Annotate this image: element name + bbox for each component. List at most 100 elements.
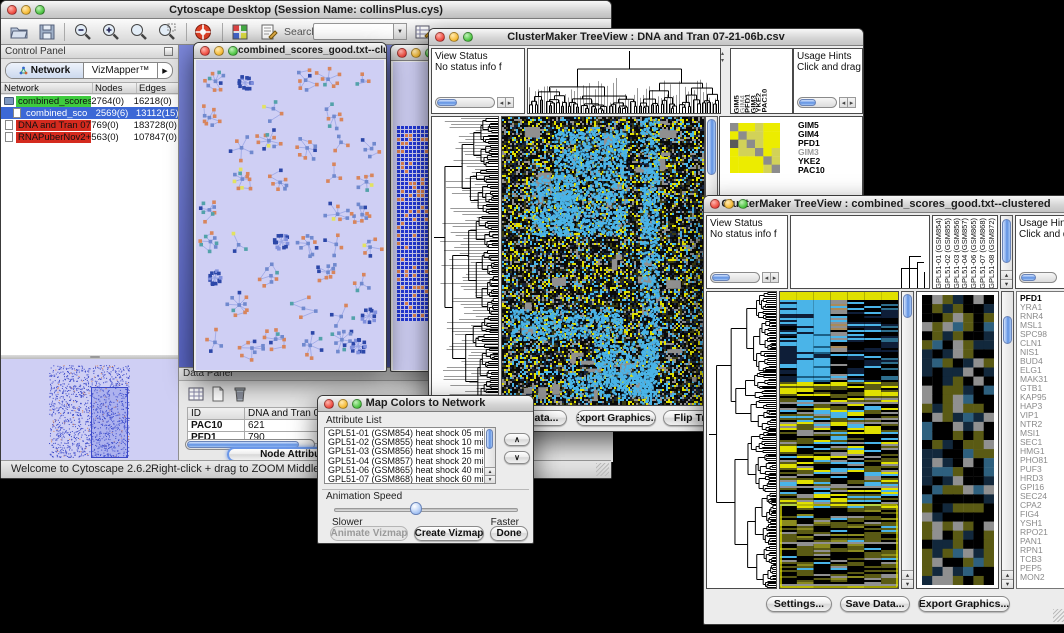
tv1-row-label[interactable]: GIM5 xyxy=(798,121,825,130)
close-icon[interactable] xyxy=(397,48,407,58)
tv2-column-label[interactable]: GPL51-04 (GSM857) xyxy=(961,218,970,289)
tab-vizmapper[interactable]: VizMapper™ xyxy=(84,63,157,78)
float-panel-icon[interactable] xyxy=(164,47,173,56)
close-icon[interactable] xyxy=(435,32,445,42)
search-dropdown-button[interactable]: ▼ xyxy=(394,23,407,40)
tv2-collabel-vscrollbar[interactable]: ▴▾ xyxy=(1000,215,1013,289)
speed-slider-track[interactable] xyxy=(334,508,518,512)
attribute-list-item[interactable]: GPL51-03 (GSM856) heat shock 15 min xyxy=(325,447,483,456)
tv2-row-dendrogram[interactable] xyxy=(706,291,777,589)
tv1-usage-hscrollbar[interactable] xyxy=(797,97,837,108)
gene-label[interactable]: GTB1 xyxy=(1020,384,1064,393)
tab-overflow-arrow[interactable]: ▶ xyxy=(157,63,172,78)
gene-label[interactable]: MSL1 xyxy=(1020,321,1064,330)
close-icon[interactable] xyxy=(710,199,720,209)
zoom-window-icon[interactable] xyxy=(352,399,362,409)
gene-label[interactable]: HRD3 xyxy=(1020,474,1064,483)
animate-vizmap-button[interactable]: Animate Vizmap xyxy=(330,526,408,541)
gene-label[interactable]: ELG1 xyxy=(1020,366,1064,375)
tv2-save-data-button[interactable]: Save Data... xyxy=(840,596,910,612)
network-row[interactable]: combined_sco2569(6)13112(15) xyxy=(1,107,178,119)
gene-label[interactable]: CLN1 xyxy=(1020,339,1064,348)
move-down-button[interactable]: ∨ xyxy=(504,451,530,464)
tv2-settings-button[interactable]: Settings... xyxy=(766,596,832,612)
tv1-row-label[interactable]: YKE2 xyxy=(798,157,825,166)
gene-label[interactable]: RPO21 xyxy=(1020,528,1064,537)
gene-label[interactable]: BUD4 xyxy=(1020,357,1064,366)
gene-label[interactable]: NIS1 xyxy=(1020,348,1064,357)
col-edges[interactable]: Edges xyxy=(137,83,178,93)
tv2-status-hscrollbar[interactable] xyxy=(710,272,760,283)
data-col-id[interactable]: ID xyxy=(187,407,245,420)
gene-label[interactable]: PHO81 xyxy=(1020,456,1064,465)
tv2-gene-labels[interactable]: PFD1YRA1RNR4MSL1SPC98CLN1NIS1BUD4ELG1MAK… xyxy=(1016,291,1064,589)
tv2-column-dendrogram[interactable] xyxy=(790,215,930,289)
zoom-fit-icon[interactable] xyxy=(129,22,149,42)
zoom-in-icon[interactable] xyxy=(101,22,121,42)
gene-label[interactable]: PAN1 xyxy=(1020,537,1064,546)
create-vizmap-button[interactable]: Create Vizmap xyxy=(414,526,484,541)
minimize-icon[interactable] xyxy=(214,46,224,56)
tv1-row-labels[interactable]: GIM5GIM4PFD1GIM3YKE2PAC10 xyxy=(798,121,825,175)
tv1-column-label[interactable]: PAC10 xyxy=(761,89,767,113)
tv2-column-label[interactable]: GPL51-01 (GSM854) xyxy=(935,218,944,289)
tab-network[interactable]: Network xyxy=(6,63,84,78)
network-canvas-1[interactable] xyxy=(196,60,384,370)
tv2-export-graphics-button[interactable]: Export Graphics... xyxy=(918,596,1010,612)
tv2-column-label[interactable]: GPL51-07 (GSM868) xyxy=(979,218,988,289)
minimize-icon[interactable] xyxy=(338,399,348,409)
gene-label[interactable]: SPC98 xyxy=(1020,330,1064,339)
tv1-row-label[interactable]: PAC10 xyxy=(798,166,825,175)
minimize-icon[interactable] xyxy=(724,199,734,209)
scroll-thumb[interactable] xyxy=(712,274,730,281)
attribute-list-item[interactable]: GPL51-02 (GSM855) heat shock 10 min xyxy=(325,438,483,447)
gene-label[interactable]: GPI16 xyxy=(1020,483,1064,492)
gene-label[interactable]: CPA2 xyxy=(1020,501,1064,510)
network-row[interactable]: combined_scores_2764(0)16218(0) xyxy=(1,95,178,107)
attribute-listbox[interactable]: GPL51-01 (GSM854) heat shock 05 minGPL51… xyxy=(324,427,496,484)
gene-label[interactable]: PFD1 xyxy=(1020,294,1064,303)
tv1-column-label[interactable]: GIM5 xyxy=(733,95,739,113)
tv2-zoom-vscrollbar[interactable]: ▴▾ xyxy=(1001,291,1014,589)
tv2-status-scroll-arrows[interactable]: ◂▸ xyxy=(763,272,779,283)
tv1-export-graphics-button[interactable]: Export Graphics... xyxy=(576,410,656,426)
col-nodes[interactable]: Nodes xyxy=(93,83,137,93)
scroll-thumb[interactable] xyxy=(707,119,716,175)
tv2-zoom-heatmap[interactable] xyxy=(922,295,994,585)
attribute-list-item[interactable]: GPL51-04 (GSM857) heat shock 20 min xyxy=(325,457,483,466)
gene-label[interactable]: YRA1 xyxy=(1020,303,1064,312)
done-button[interactable]: Done xyxy=(490,526,528,541)
annotation-icon[interactable] xyxy=(258,22,278,42)
move-up-button[interactable]: ∧ xyxy=(504,433,530,446)
tv2-heatmap[interactable] xyxy=(779,291,899,589)
col-network[interactable]: Network xyxy=(1,83,93,93)
tv1-row-dendrogram[interactable] xyxy=(431,116,499,406)
close-icon[interactable] xyxy=(200,46,210,56)
zoom-window-icon[interactable] xyxy=(738,199,748,209)
tv1-column-dendrogram[interactable] xyxy=(527,48,721,114)
save-icon[interactable] xyxy=(37,22,57,42)
tv1-column-label[interactable]: PFD1 xyxy=(744,94,750,113)
close-icon[interactable] xyxy=(324,399,334,409)
tv1-heatmap[interactable] xyxy=(501,116,705,406)
gene-label[interactable]: HAP3 xyxy=(1020,402,1064,411)
gene-label[interactable]: PUF3 xyxy=(1020,465,1064,474)
gene-label[interactable]: TCB3 xyxy=(1020,555,1064,564)
tv2-heatmap-vscrollbar[interactable]: ▴▾ xyxy=(901,291,914,589)
tv1-status-scroll-arrows[interactable]: ◂▸ xyxy=(498,97,514,108)
attribute-list-item[interactable]: GPL51-07 (GSM868) heat shock 60 min xyxy=(325,475,483,484)
close-icon[interactable] xyxy=(7,5,17,15)
tv2-column-labels[interactable]: GPL51-01 (GSM854)GPL51-02 (GSM855)GPL51-… xyxy=(935,217,997,289)
resize-grip[interactable] xyxy=(596,463,609,476)
tv1-titlebar[interactable]: ClusterMaker TreeView : DNA and Tran 07-… xyxy=(429,29,863,46)
gene-label[interactable]: SEC1 xyxy=(1020,438,1064,447)
birdseye-canvas[interactable] xyxy=(1,359,178,462)
vizmapper-icon[interactable] xyxy=(230,22,250,42)
zoom-window-icon[interactable] xyxy=(463,32,473,42)
tv1-usage-scroll-arrows[interactable]: ◂▸ xyxy=(840,97,856,108)
minimize-icon[interactable] xyxy=(21,5,31,15)
network-row[interactable]: RNAPuberNov2+563(0)107847(0) xyxy=(1,131,178,143)
scroll-arrows[interactable]: ▴▾ xyxy=(902,570,913,588)
gene-label[interactable]: MAK31 xyxy=(1020,375,1064,384)
network-row[interactable]: DNA and Tran 07769(0)183728(0) xyxy=(1,119,178,131)
